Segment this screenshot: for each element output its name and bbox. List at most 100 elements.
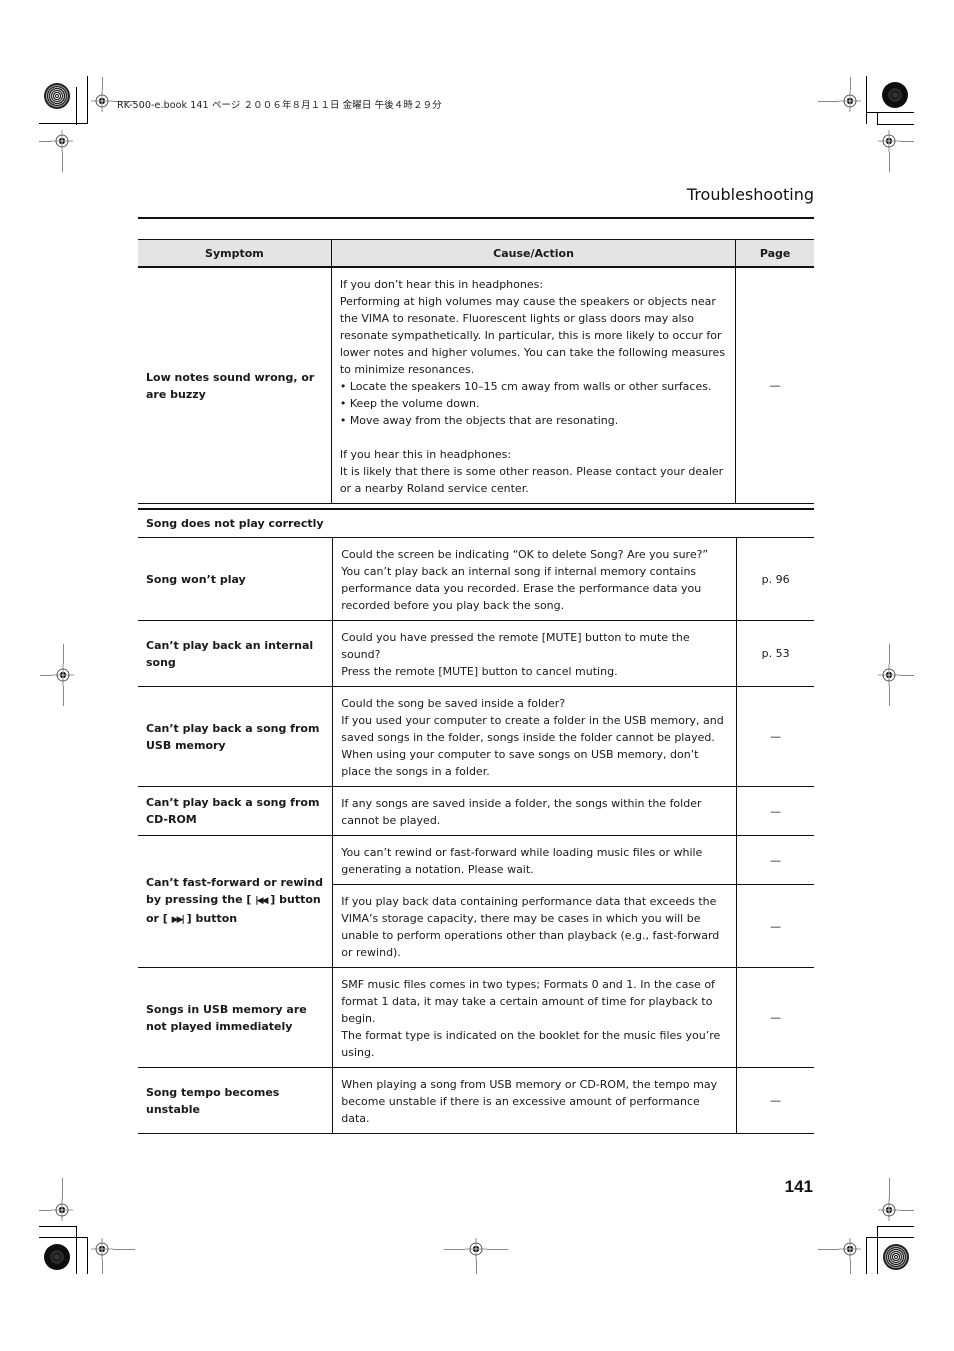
symptom-cell: Song won’t play (138, 537, 334, 621)
registration-crosshair-icon (839, 90, 861, 112)
symptom-cell: Can’t fast-forward or rewind by pressing… (138, 835, 334, 968)
section-title: Song does not play correctly (138, 508, 814, 538)
crop-mark (818, 1249, 839, 1250)
cause-line: Performing at high volumes may cause the… (339, 295, 726, 376)
page-number: 141 (784, 1177, 813, 1196)
table-header-row: Symptom Cause/Action Page (138, 239, 814, 268)
cause-cell: If you play back data containing perform… (332, 884, 738, 968)
print-slug: RK-500-e.book 141 ページ ２００６年８月１１日 金曜日 午後４… (117, 100, 442, 111)
crop-mark (889, 1178, 890, 1199)
cause-line: When playing a song from USB memory or C… (341, 1078, 718, 1125)
crop-mark (39, 123, 88, 124)
column-header-cause: Cause/Action (330, 239, 737, 268)
registration-crosshair-icon (51, 1199, 73, 1221)
crop-mark (76, 1226, 77, 1274)
crop-mark (487, 1249, 508, 1250)
cause-line: Could the song be saved inside a folder? (341, 697, 566, 710)
crop-mark (62, 1178, 63, 1199)
cause-line: If you used your computer to create a fo… (341, 714, 724, 744)
crop-mark (40, 675, 52, 676)
crop-mark (102, 1260, 103, 1274)
page-cell: — (736, 686, 814, 787)
crop-mark (866, 1237, 867, 1274)
cause-line: If you play back data containing perform… (341, 895, 720, 959)
cause-line: You can’t play back an internal song if … (341, 565, 702, 612)
symptom-cell: Can’t play back an internal song (138, 620, 334, 687)
cause-line: It is likely that there is some other re… (339, 465, 724, 495)
crop-mark (850, 77, 851, 90)
cause-line: If any songs are saved inside a folder, … (341, 797, 702, 827)
registration-crosshair-icon (839, 1238, 861, 1260)
symptom-cell: Can’t play back a song from CD-ROM (138, 786, 334, 836)
cause-line: When using your computer to save songs o… (341, 748, 699, 778)
crop-mark (889, 152, 890, 172)
crop-mark (900, 141, 914, 142)
cause-cell: You can’t rewind or fast-forward while l… (332, 835, 738, 885)
table-row: Can’t fast-forward or rewind by pressing… (138, 835, 814, 968)
cause-line: You can’t rewind or fast-forward while l… (341, 846, 703, 876)
crop-mark (818, 101, 839, 102)
registration-crosshair-icon (465, 1238, 487, 1260)
page-cell: — (736, 786, 814, 836)
crop-mark (63, 644, 64, 664)
registration-crosshair-icon (51, 130, 73, 152)
crop-mark (877, 1226, 914, 1227)
crop-mark (102, 77, 103, 90)
table-row: Can’t play back an internal song Could y… (138, 620, 814, 687)
cause-cell: Could you have pressed the remote [MUTE]… (332, 620, 738, 687)
cause-cell: If any songs are saved inside a folder, … (332, 786, 738, 836)
cause-line: SMF music files comes in two types; Form… (341, 978, 715, 1025)
symptom-cell: Song tempo becomes unstable (138, 1067, 334, 1134)
crop-mark (476, 1260, 477, 1274)
cause-cell: When playing a song from USB memory or C… (332, 1067, 738, 1134)
registration-crosshair-icon (91, 1238, 113, 1260)
crop-mark (889, 686, 890, 706)
crop-mark (39, 1237, 88, 1238)
song-troubleshooting-table: Song does not play correctly Song won’t … (138, 508, 814, 1134)
registration-disc-icon (44, 1244, 70, 1270)
symptom-cell: Can’t play back a song from USB memory (138, 686, 334, 787)
page-cell: — (736, 835, 814, 885)
cause-line: • Move away from the objects that are re… (339, 414, 619, 427)
cause-line: • Locate the speakers 10–15 cm away from… (339, 380, 712, 393)
crop-mark (444, 1249, 465, 1250)
crop-mark (866, 76, 867, 124)
column-header-page: Page (735, 239, 814, 268)
header-rule (138, 217, 814, 219)
crop-mark (76, 87, 77, 125)
page-cell: — (736, 1067, 814, 1134)
table-row: Song tempo becomes unstable When playing… (138, 1067, 814, 1134)
cause-line: If you don’t hear this in headphones: (339, 278, 544, 291)
crop-mark (850, 1260, 851, 1274)
cause-line: The format type is indicated on the book… (341, 1029, 721, 1059)
registration-disc-icon (882, 82, 908, 108)
cause-cell: Could the song be saved inside a folder?… (332, 686, 738, 787)
table-row: Can’t play back a song from CD-ROM If an… (138, 786, 814, 836)
crop-mark (877, 124, 914, 125)
cause-line: Press the remote [MUTE] button to cancel… (341, 665, 618, 678)
registration-crosshair-icon (878, 1199, 900, 1221)
registration-crosshair-icon (91, 90, 113, 112)
crop-mark (866, 112, 914, 113)
crop-mark (39, 1226, 77, 1227)
column-header-symptom: Symptom (138, 239, 332, 268)
crop-mark (889, 644, 890, 664)
registration-crosshair-icon (878, 130, 900, 152)
fast-forward-button-icon: ▶▶| (171, 915, 185, 925)
cause-cell: SMF music files comes in two types; Form… (332, 967, 738, 1068)
table-row: Low notes sound wrong, or are buzzy If y… (138, 266, 814, 504)
crop-mark (877, 1226, 878, 1274)
table-row: Can’t play back a song from USB memory C… (138, 686, 814, 787)
crop-mark (87, 1237, 88, 1274)
cause-line: • Keep the volume down. (339, 397, 480, 410)
table-row: Songs in USB memory are not played immed… (138, 967, 814, 1068)
crop-mark (87, 76, 88, 124)
crop-mark (900, 675, 914, 676)
symptom-cell: Songs in USB memory are not played immed… (138, 967, 334, 1068)
page-cell: — (736, 884, 814, 968)
cause-cell: If you don’t hear this in headphones: Per… (330, 266, 737, 504)
page-reference: p. 53 (736, 620, 814, 687)
crop-mark (866, 1237, 914, 1238)
rewind-button-icon: |◀◀ (255, 896, 268, 906)
